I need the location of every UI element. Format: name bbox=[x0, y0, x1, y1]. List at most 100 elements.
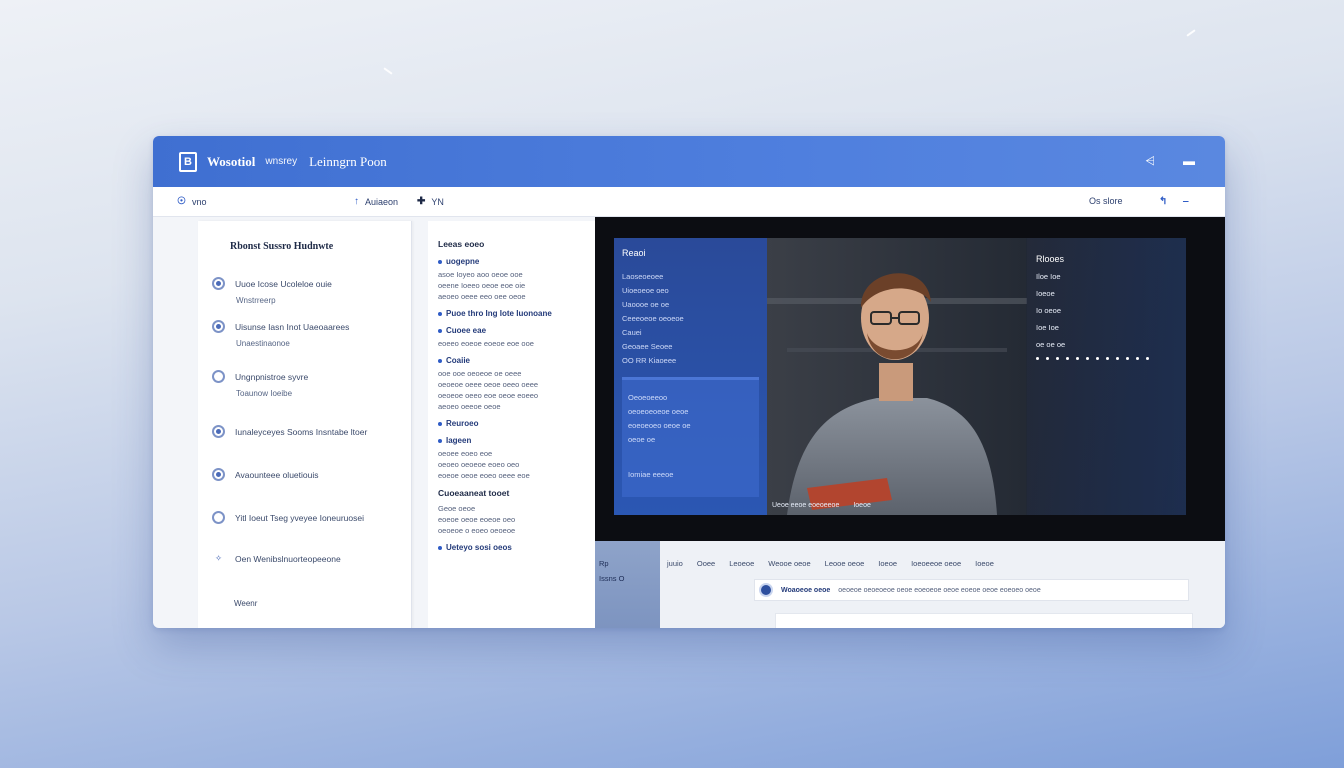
radio-icon bbox=[212, 511, 225, 524]
notes-section-title[interactable]: Iageen bbox=[438, 436, 585, 445]
chat-tab[interactable]: Leoeoe bbox=[729, 559, 754, 568]
radio-icon bbox=[212, 320, 225, 333]
video-left-overlay: Reaoi Laoseoeoee Uioeoeoe oeo Uaoooe oe … bbox=[614, 238, 767, 515]
video-right-overlay: Rlooes Iloe Ioe Ioeoe Io oeoe Ioe Ioe oe… bbox=[1026, 238, 1186, 515]
chat-tab[interactable]: Ooee bbox=[697, 559, 715, 568]
avatar bbox=[759, 583, 773, 597]
share-icon[interactable]: ↰ bbox=[1159, 196, 1167, 207]
chart-icon[interactable]: ⩤ bbox=[1145, 154, 1155, 169]
caption-right: Ioeoe bbox=[853, 502, 871, 509]
notes-panel: Leeas eoeo uogepne asoe Ioyeo aoo oeoe o… bbox=[428, 221, 595, 628]
chat-bar: Rp Issns O juuio Ooee Leoeoe Weooe oeoe … bbox=[595, 541, 1225, 628]
toolbar-item-pin[interactable]: ✚ YN bbox=[417, 196, 444, 207]
overlay-item[interactable]: Geoaee Seoee bbox=[622, 342, 759, 351]
notes-line: oeene Ioeeo oeoe eoe oie bbox=[438, 281, 526, 290]
sparkle-icon: ✧ bbox=[214, 553, 223, 563]
chat-message: Woaoeoe oeoe oeoeoe oeoeoeoe oeoe eoeoeo… bbox=[754, 579, 1189, 601]
toolbar-item-label: YN bbox=[431, 196, 444, 207]
overlay-line: Ioe Ioe bbox=[1036, 323, 1059, 332]
app-window: B Wosotiol wnsrey Leinngrn Poon ⩤ ▬ ☉ vn… bbox=[153, 136, 1225, 628]
agenda-item-label: Oen Wenibslnuorteopeeone bbox=[235, 553, 341, 564]
overlay-box-line: eoeoeoeo oeoe oe bbox=[628, 421, 691, 430]
notes-section-title[interactable]: uogepne bbox=[438, 257, 585, 266]
pointer-icon: ↑ bbox=[354, 196, 359, 207]
notes-line: eoeoe oeoe eoeo oeee eoe bbox=[438, 471, 530, 480]
video-feed[interactable]: Reaoi Laoseoeoee Uioeoeoe oeo Uaoooe oe … bbox=[614, 238, 1186, 515]
agenda-item-label: Avaounteee oluetiouis bbox=[235, 469, 319, 480]
overlay-line: oe oe oe bbox=[1036, 340, 1066, 349]
background-sparkle bbox=[1186, 29, 1196, 37]
callout-line: oeoeoe o eoeo oeoeoe bbox=[438, 526, 516, 535]
agenda-item[interactable]: Avaounteee oluetiouis bbox=[212, 468, 319, 481]
agenda-item-sub: Unaestinaonoe bbox=[236, 339, 290, 348]
message-text: oeoeoe oeoeoeoe oeoe eoeoeoe oeoe eoeoe … bbox=[838, 586, 1041, 594]
notes-section-title[interactable]: Puoe thro Ing Iote Iuonoane bbox=[438, 309, 585, 318]
notes-line: ooe ooe oeoeoe oe oeee bbox=[438, 369, 522, 378]
chat-tab[interactable]: Weooe oeoe bbox=[768, 559, 810, 568]
notes-header: Leeas eoeo bbox=[438, 239, 485, 249]
agenda-item-label: Iunaleyceyes Sooms Insntabe ltoer bbox=[235, 426, 368, 437]
radio-icon bbox=[212, 277, 225, 290]
radio-icon bbox=[212, 370, 225, 383]
agenda-panel: Rbonst Sussro Hudnwte Uuoe Icose Ucolelo… bbox=[198, 221, 412, 628]
overlay-line: Ioeoe bbox=[1036, 289, 1055, 298]
callout-line: Geoe oeoe bbox=[438, 504, 476, 513]
toolbar-item-label: Auiaeon bbox=[365, 196, 399, 207]
toolbar-status[interactable]: Os slore bbox=[1089, 196, 1123, 206]
notes-line: aeoeo oeee eeo oee oeoe bbox=[438, 292, 526, 301]
agenda-item[interactable]: ✧ Oen Wenibslnuorteopeeone bbox=[212, 553, 341, 564]
agenda-item-label: Uuoe Icose Ucoleloe ouie bbox=[235, 278, 332, 289]
message-author: Woaoeoe oeoe bbox=[781, 586, 831, 594]
window-icon[interactable]: ▬ bbox=[1183, 154, 1195, 169]
more-icon[interactable]: ‒ bbox=[1183, 196, 1189, 207]
toolbar-user-label: vno bbox=[191, 196, 207, 207]
callout-title: Cuoeaaneat tooet bbox=[438, 488, 510, 498]
agenda-item[interactable]: Uuoe Icose Ucoleloe ouie Wnstrreerp bbox=[212, 277, 332, 305]
agenda-item-label: Uisunse Iasn Inot Uaeoaarees bbox=[235, 321, 350, 332]
overlay-line: Laoseoeoee bbox=[622, 272, 664, 281]
link-icon: ☉ bbox=[177, 196, 186, 207]
progress-dots bbox=[1036, 357, 1176, 360]
overlay-box-line: oeoeoeoeoe oeoe bbox=[628, 407, 689, 416]
callout-line: eoeoe oeoe eoeoe oeo bbox=[438, 515, 516, 524]
room-title: Leinngrn Poon bbox=[309, 153, 387, 169]
panel-footer: Weenr bbox=[234, 599, 258, 608]
notes-line: oeoee eoeo eoe bbox=[438, 449, 493, 458]
agenda-item-sub: Toaunow Ioeibe bbox=[236, 389, 293, 398]
agenda-item[interactable]: Ungnpnistroe syvre Toaunow Ioeibe bbox=[212, 370, 308, 398]
chat-side-sub: Issns O bbox=[599, 574, 625, 583]
chat-side[interactable]: Rp Issns O bbox=[595, 541, 660, 628]
notes-section-title[interactable]: Coaiie bbox=[438, 356, 585, 365]
chat-tab[interactable]: Ioeoeeoe oeoe bbox=[911, 559, 961, 568]
app-name: Wosotiol bbox=[207, 153, 256, 169]
agenda-item[interactable]: Iunaleyceyes Sooms Insntabe ltoer bbox=[212, 425, 367, 438]
overlay-line: Uioeoeoe oeo bbox=[622, 286, 669, 295]
chat-side-label: Rp bbox=[599, 559, 609, 568]
agenda-item[interactable]: Yitl Ioeut Tseg yveyee Ioneuruosei bbox=[212, 511, 364, 524]
agenda-item-sub: Wnstrreerp bbox=[236, 296, 276, 305]
toolbar-user[interactable]: ☉ vno bbox=[177, 196, 206, 207]
agenda-item-label: Ungnpnistroe syvre bbox=[235, 371, 309, 382]
notes-line: aeoeo oeeoe oeoe bbox=[438, 402, 501, 411]
background-sparkle bbox=[383, 67, 393, 75]
toolbar-item-pointer[interactable]: ↑ Auiaeon bbox=[354, 196, 398, 207]
title-bar: B Wosotiol wnsrey Leinngrn Poon ⩤ ▬ bbox=[153, 136, 1225, 187]
notes-section-title[interactable]: Cuoee eae bbox=[438, 326, 585, 335]
chat-input[interactable] bbox=[775, 613, 1193, 628]
overlay-header: Reaoi bbox=[622, 248, 646, 258]
agenda-item-label: Yitl Ioeut Tseg yveyee Ioneuruosei bbox=[235, 512, 364, 523]
panel-title: Rbonst Sussro Hudnwte bbox=[230, 241, 334, 252]
notes-section-title[interactable]: Reuroeo bbox=[438, 419, 585, 428]
toolbar-status-label: Os slore bbox=[1089, 196, 1123, 206]
overlay-box-footer: Iomiae eeeoe bbox=[628, 470, 674, 479]
overlay-line: Io oeoe bbox=[1036, 306, 1062, 315]
chat-tab[interactable]: Ioeoe bbox=[975, 559, 994, 568]
chat-tab[interactable]: juuio bbox=[667, 559, 683, 568]
title-icons: ⩤ ▬ bbox=[1145, 154, 1195, 169]
notes-line: oeoeoe oeee oeoe oeeo oeee bbox=[438, 380, 539, 389]
notes-footer-bullet[interactable]: Ueteyo sosi oeos bbox=[438, 543, 585, 552]
chat-tab[interactable]: Ioeoe bbox=[878, 559, 897, 568]
chat-tab[interactable]: Leooe oeoe bbox=[825, 559, 865, 568]
caption-left: Ueoe eeoe eoeoeeoe bbox=[772, 502, 840, 509]
agenda-item[interactable]: Uisunse Iasn Inot Uaeoaarees Unaestinaon… bbox=[212, 320, 349, 348]
